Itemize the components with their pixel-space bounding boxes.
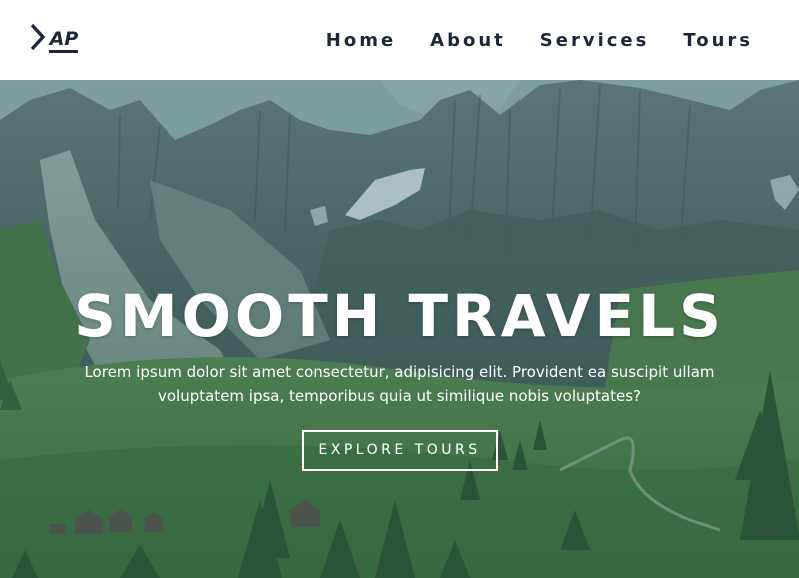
nav-link-tours[interactable]: Tours — [683, 30, 753, 51]
logo-underline — [49, 50, 78, 53]
brand-logo[interactable]: AP — [30, 22, 82, 56]
hero-description: Lorem ipsum dolor sit amet consectetur, … — [84, 363, 715, 405]
nav-menu: Home About Services Tours — [292, 0, 753, 80]
nav-item-about: About — [430, 30, 506, 51]
logo-monogram: AP — [48, 28, 79, 50]
nav-item-services: Services — [540, 30, 650, 51]
nav-link-services[interactable]: Services — [540, 30, 650, 51]
nav-item-home: Home — [326, 30, 396, 51]
nav-link-home[interactable]: Home — [326, 30, 396, 51]
explore-tours-button[interactable]: EXPLORE TOURS — [301, 430, 498, 471]
nav-link-about[interactable]: About — [430, 30, 506, 51]
logo-chevron-icon — [30, 23, 46, 51]
hero-content: SMOOTH TRAVELS Lorem ipsum dolor sit ame… — [0, 280, 799, 471]
hero-title: SMOOTH TRAVELS — [74, 282, 725, 350]
hero-section: SMOOTH TRAVELS Lorem ipsum dolor sit ame… — [0, 80, 799, 578]
navbar: AP Home About Services Tours — [0, 0, 799, 80]
nav-item-tours: Tours — [683, 30, 753, 51]
